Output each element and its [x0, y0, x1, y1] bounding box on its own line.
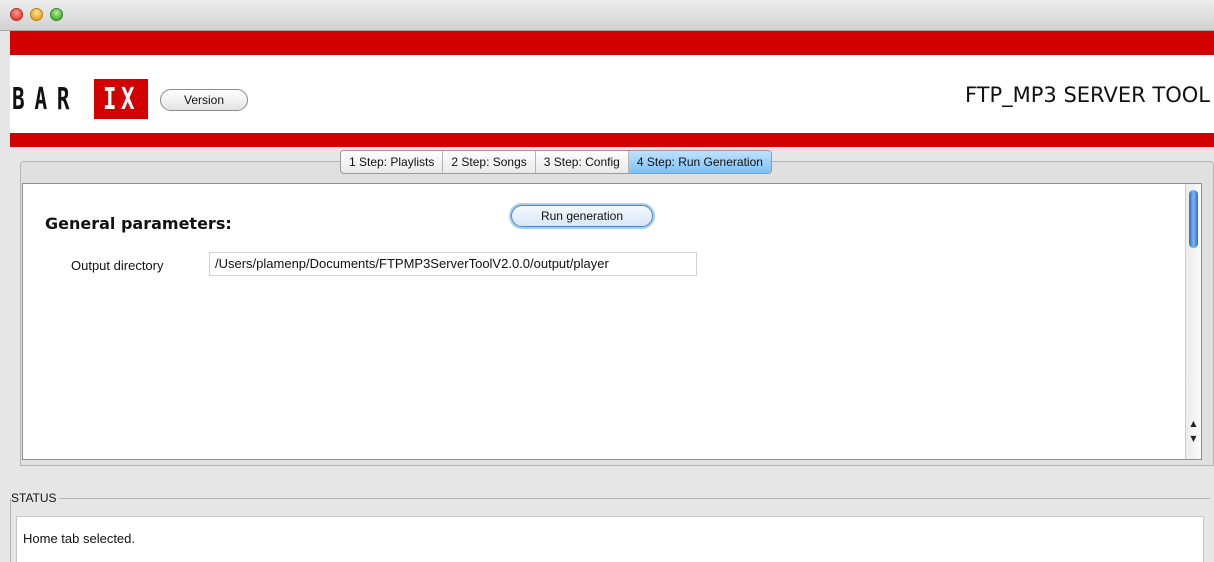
tab-playlists[interactable]: 1 Step: Playlists — [341, 151, 444, 173]
scroll-up-icon[interactable]: ▲ — [1186, 417, 1201, 431]
output-directory-label: Output directory — [71, 258, 164, 273]
output-directory-field[interactable]: /Users/plamenp/Documents/FTPMP3ServerToo… — [209, 252, 697, 276]
step-tabs: 1 Step: Playlists 2 Step: Songs 3 Step: … — [340, 150, 772, 174]
title-bar — [0, 0, 1214, 31]
status-box: Home tab selected. — [16, 516, 1204, 562]
status-message: Home tab selected. — [23, 531, 136, 546]
minimize-window-button[interactable] — [30, 8, 43, 21]
header-stripe-bottom — [10, 133, 1214, 147]
version-button[interactable]: Version — [160, 89, 248, 111]
barix-logo: BAR IX — [12, 79, 148, 119]
status-area: STATUS Home tab selected. — [10, 466, 1214, 562]
logo-box-letters: IX — [102, 81, 140, 117]
tab-songs[interactable]: 2 Step: Songs — [443, 151, 536, 173]
scroll-down-icon[interactable]: ▼ — [1186, 432, 1201, 446]
close-window-button[interactable] — [10, 8, 23, 21]
tab-run-generation[interactable]: 4 Step: Run Generation — [628, 151, 771, 173]
section-title: General parameters: — [45, 214, 232, 233]
status-label: STATUS — [11, 491, 59, 505]
logo-letters: BAR — [12, 81, 80, 117]
window-left-edge — [0, 31, 10, 562]
app-title: FTP_MP3 SERVER TOOL — [964, 83, 1210, 107]
run-generation-panel: General parameters: Run generation Outpu… — [22, 183, 1202, 460]
scroll-thumb[interactable] — [1189, 190, 1198, 248]
vertical-scrollbar[interactable]: ▲ ▼ — [1185, 184, 1201, 459]
maximize-window-button[interactable] — [50, 8, 63, 21]
tab-config[interactable]: 3 Step: Config — [536, 151, 629, 173]
logo-red-box: IX — [94, 79, 148, 119]
header-banner: BAR IX Version FTP_MP3 SERVER TOOL — [10, 31, 1214, 147]
header-stripe-top — [10, 31, 1214, 55]
app-window: BAR IX Version FTP_MP3 SERVER TOOL 1 Ste… — [0, 0, 1214, 562]
tab-area: 1 Step: Playlists 2 Step: Songs 3 Step: … — [10, 148, 1214, 466]
run-generation-button[interactable]: Run generation — [511, 205, 653, 227]
